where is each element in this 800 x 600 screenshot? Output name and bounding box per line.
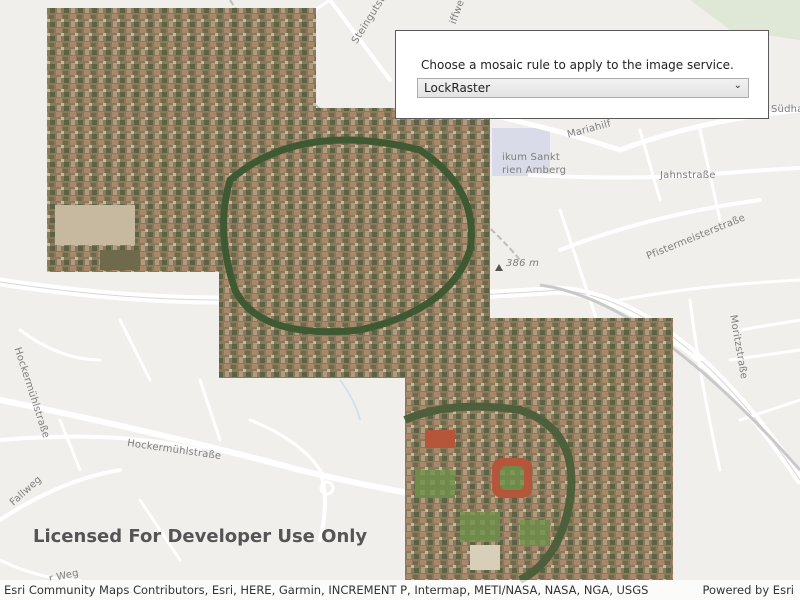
attribution-bar: Esri Community Maps Contributors, Esri, … [0, 580, 800, 600]
mosaic-rule-dropdown[interactable]: LockRaster ⌄ [417, 78, 749, 98]
chevron-down-icon: ⌄ [733, 80, 742, 91]
poi-label-klinikum-1: ikum Sankt [502, 152, 561, 163]
elevation-label: 386 m [506, 258, 540, 269]
road-label-jahnstrasse: Jahnstraße [660, 170, 716, 181]
mosaic-rule-prompt: Choose a mosaic rule to apply to the ima… [421, 58, 734, 72]
developer-watermark: Licensed For Developer Use Only [33, 526, 368, 547]
mosaic-rule-panel: Choose a mosaic rule to apply to the ima… [395, 30, 769, 119]
attribution-text[interactable]: Esri Community Maps Contributors, Esri, … [4, 583, 648, 597]
road-label-suedha: Südha [771, 104, 800, 115]
poi-label-klinikum-2: rien Amberg [502, 165, 567, 176]
mosaic-rule-selected-value: LockRaster [424, 81, 491, 95]
powered-by-esri[interactable]: Powered by Esri [703, 583, 795, 597]
